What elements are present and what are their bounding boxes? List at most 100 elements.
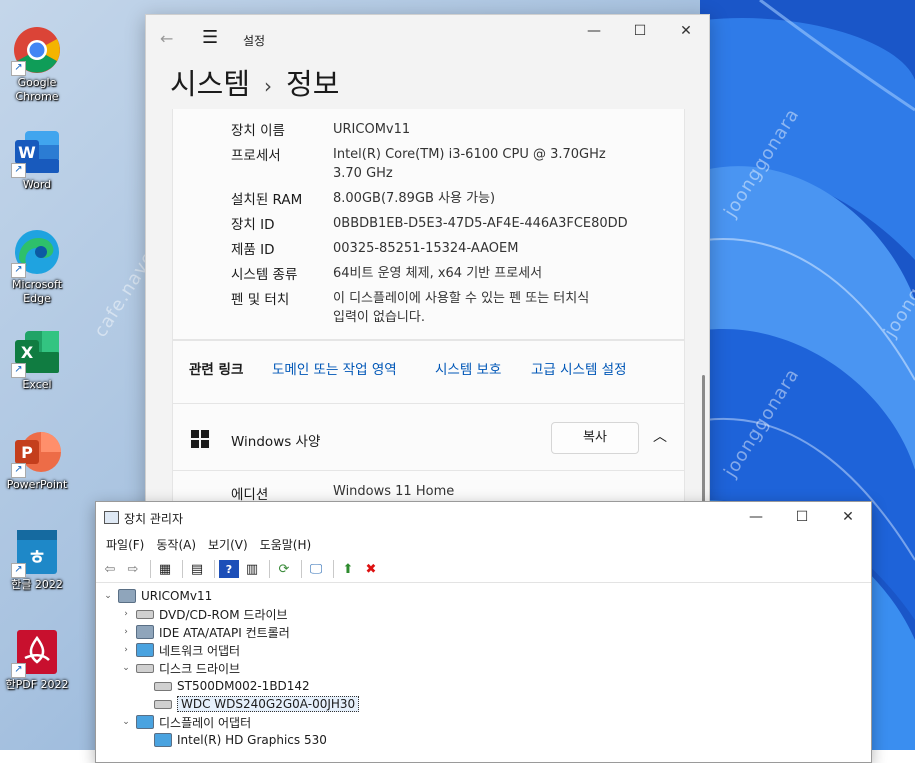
computer-icon [118,589,136,603]
tree-item-ide[interactable]: › IDE ATA/ATAPI 컨트롤러 [120,623,290,641]
copy-button[interactable]: 복사 [551,422,639,454]
device-spec-card: 장치 이름 URICOMv11 프로세서 Intel(R) Core(TM) i… [172,109,685,340]
windows-spec-header[interactable]: Windows 사양 복사 ︿ [173,404,684,471]
tree-item-network[interactable]: › 네트워크 어댑터 [120,641,240,659]
action-pane-icon[interactable]: ▥ [242,560,262,578]
shortcut-arrow-icon: ↗ [11,163,26,178]
excel-icon: X ↗ [11,328,61,378]
expand-chevron-icon[interactable]: ⌄ [120,663,132,673]
scan-hardware-changes-icon[interactable]: 🖵 [306,560,326,578]
display-adapter-icon [154,733,172,747]
desktop-icon-edge[interactable]: ↗ Microsoft Edge [4,228,70,306]
tree-item-label: IDE ATA/ATAPI 컨트롤러 [159,625,290,640]
edge-icon: ↗ [11,228,61,278]
maximize-button[interactable]: ☐ [617,15,663,47]
ide-controller-icon [136,625,154,639]
desktop-icon-chrome[interactable]: ↗ Google Chrome [4,26,70,104]
info-value: 이 디스플레이에 사용할 수 있는 펜 또는 터치식 입력이 없습니다. [333,291,590,325]
info-value: 0BBDB1EB-D5E3-47D5-AF4E-446A3FCE80DD [333,216,628,231]
tree-item-display-adapter[interactable]: Intel(R) HD Graphics 530 [138,731,327,749]
scrollbar[interactable] [702,375,705,511]
link-domain-workgroup[interactable]: 도메인 또는 작업 영역 [272,358,397,378]
chrome-icon: ↗ [11,26,61,76]
minimize-button[interactable]: — [733,502,779,532]
svg-text:X: X [21,343,34,362]
shortcut-arrow-icon: ↗ [11,463,26,478]
tree-item-dvd[interactable]: › DVD/CD-ROM 드라이브 [120,605,287,623]
expand-chevron-icon[interactable]: › [120,645,132,655]
expand-chevron-icon[interactable]: ⌄ [102,591,114,601]
info-label: 제품 ID [231,242,275,258]
link-system-protection[interactable]: 시스템 보호 [435,358,501,378]
disk-drive-icon [154,681,172,691]
chevron-up-icon[interactable]: ︿ [653,426,667,446]
desktop-icon-powerpoint[interactable]: P ↗ PowerPoint [4,428,70,492]
desktop-icon-label: Excel [22,378,52,391]
tree-item-label: 디스플레이 어댑터 [159,715,252,730]
desktop-icon-hangul[interactable]: ㅎ ↗ 한글 2022 [4,528,70,592]
tree-item-disk[interactable]: WDC WDS240G2G0A-00JH30 [138,695,360,713]
info-label: 프로세서 [231,148,281,164]
tree-item-disk[interactable]: ST500DM002-1BD142 [138,677,310,695]
close-button[interactable]: ✕ [825,502,871,532]
menu-file[interactable]: 파일(F) [100,536,150,553]
menu-bar: 파일(F) 동작(A) 보기(V) 도움말(H) [96,532,871,556]
svg-text:P: P [21,443,33,462]
desktop-icon-word[interactable]: W ↗ Word [4,128,70,192]
settings-window: ← ☰ 설정 — ☐ ✕ 시스템 › 정보 장치 이름 URICOMv11 프로세서… [145,14,710,516]
display-adapter-icon [136,715,154,729]
info-value: URICOMv11 [333,122,411,137]
desktop-icon-label: PowerPoint [6,478,68,491]
expand-chevron-icon[interactable]: ⌄ [120,717,132,727]
menu-view[interactable]: 보기(V) [202,536,254,553]
maximize-button[interactable]: ☐ [779,502,825,532]
expand-chevron-icon[interactable]: › [120,609,132,619]
info-label: 설치된 RAM [231,192,303,208]
tree-item-label: WDC WDS240G2G0A-00JH30 [177,696,360,712]
desktop-icon-excel[interactable]: X ↗ Excel [4,328,70,392]
windows-logo-icon [191,430,209,448]
window-title: 설정 [243,34,266,48]
properties-icon[interactable]: ▤ [187,560,207,578]
shortcut-arrow-icon: ↗ [11,363,26,378]
tree-item-computer[interactable]: ⌄ URICOMv11 [102,587,212,605]
desktop-icon-label: Microsoft Edge [11,278,63,305]
help-icon[interactable]: ? [219,560,239,578]
shortcut-arrow-icon: ↗ [11,61,26,76]
window-title: 장치 관리자 [124,512,184,526]
desktop-icon-hanpdf[interactable]: ↗ 한PDF 2022 [4,628,70,692]
forward-arrow-icon[interactable]: ⇨ [123,560,143,578]
word-icon: W ↗ [11,128,61,178]
expand-chevron-icon[interactable]: › [120,627,132,637]
settings-titlebar: ← ☰ 설정 — ☐ ✕ [146,15,709,61]
link-advanced-system-settings[interactable]: 고급 시스템 설정 [531,358,627,378]
menu-action[interactable]: 동작(A) [150,536,202,553]
uninstall-device-icon[interactable]: ✖ [361,560,381,578]
minimize-button[interactable]: — [571,15,617,47]
menu-help[interactable]: 도움말(H) [254,536,318,553]
back-arrow-icon[interactable]: ← [160,29,173,48]
back-arrow-icon[interactable]: ⇦ [100,560,120,578]
hamburger-menu-icon[interactable]: ☰ [202,27,218,48]
enable-device-icon[interactable]: ⬆ [338,560,358,578]
shortcut-arrow-icon: ↗ [11,263,26,278]
info-value: Intel(R) Core(TM) i3-6100 CPU @ 3.70GHz … [333,147,606,181]
powerpoint-icon: P ↗ [11,428,61,478]
info-value: 8.00GB(7.89GB 사용 가능) [333,191,496,206]
show-hide-console-tree-icon[interactable]: ▦ [155,560,175,578]
device-manager-window: 장치 관리자 — ☐ ✕ 파일(F) 동작(A) 보기(V) 도움말(H) ⇦ … [95,501,872,763]
info-value: 64비트 운영 체제, x64 기반 프로세서 [333,266,543,281]
info-label: 펜 및 터치 [231,292,290,308]
svg-text:W: W [18,143,36,162]
tree-item-display-adapters[interactable]: ⌄ 디스플레이 어댑터 [120,713,251,731]
svg-text:ㅎ: ㅎ [28,545,46,569]
update-driver-icon[interactable]: ⟳ [274,560,294,578]
breadcrumb-parent[interactable]: 시스템 [170,67,250,101]
close-button[interactable]: ✕ [663,15,709,47]
related-links-label: 관련 링크 [189,362,244,378]
tree-item-disk-drives[interactable]: ⌄ 디스크 드라이브 [120,659,240,677]
breadcrumb-separator: › [264,74,273,98]
tree-item-label: 디스크 드라이브 [159,661,241,676]
toolbar: ⇦ ⇨ ▦ ▤ ? ▥ ⟳ 🖵 ⬆ ✖ [96,556,871,583]
device-manager-icon [104,511,119,524]
